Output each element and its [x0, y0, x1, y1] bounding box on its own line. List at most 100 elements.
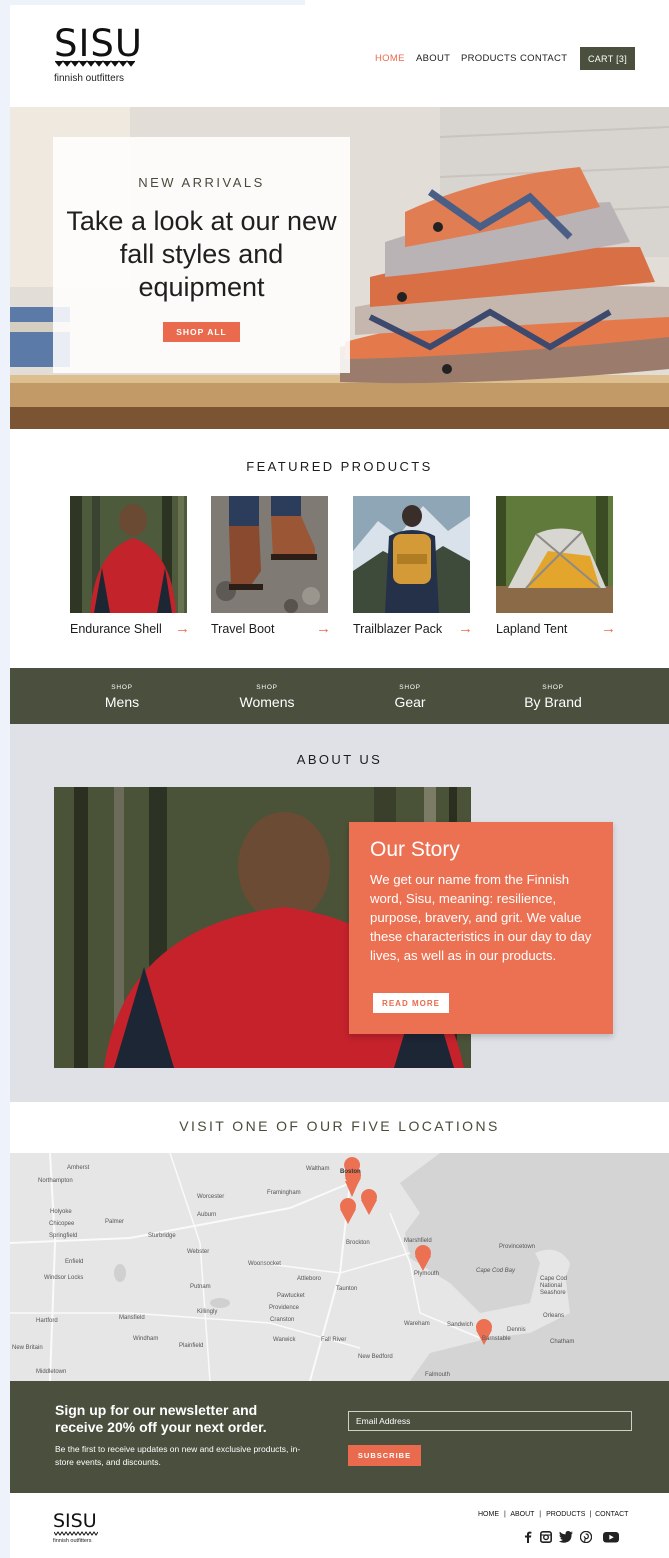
- footer-link-contact[interactable]: CONTACT: [595, 1511, 628, 1518]
- product-card[interactable]: Travel Boot →: [211, 496, 331, 637]
- locations-map[interactable]: Amherst Northampton Holyoke Chicopee Spr…: [10, 1153, 669, 1381]
- shop-category-label[interactable]: By Brand: [493, 694, 613, 710]
- footer-link-about[interactable]: ABOUT: [510, 1511, 534, 1518]
- nav-home[interactable]: HOME: [375, 53, 405, 64]
- arrow-right-icon[interactable]: →: [175, 620, 190, 637]
- our-story-card: Our Story We get our name from the Finni…: [349, 822, 613, 1034]
- cart-button[interactable]: CART [3]: [580, 47, 635, 70]
- nav-products[interactable]: PRODUCTS: [461, 53, 517, 64]
- map-label: Windsor Locks: [44, 1275, 84, 1281]
- map-label: Mansfield: [119, 1315, 145, 1321]
- map-label: Orleans: [543, 1313, 565, 1319]
- story-heading: Our Story: [370, 838, 460, 861]
- hero-card: NEW ARRIVALS Take a look at our new fall…: [53, 137, 350, 373]
- map-label: Wareham: [404, 1321, 430, 1327]
- footer-logo[interactable]: SISU: [53, 1510, 97, 1532]
- map-label: Auburn: [197, 1212, 217, 1218]
- product-card[interactable]: Trailblazer Pack →: [353, 496, 473, 637]
- map-label: Putnam: [190, 1284, 211, 1290]
- map-graphic: [10, 1153, 669, 1381]
- logo-tagline: finnish outfitters: [54, 73, 125, 84]
- pinterest-icon[interactable]: [579, 1530, 593, 1546]
- subscribe-button[interactable]: SUBSCRIBE: [348, 1445, 421, 1466]
- product-name[interactable]: Trailblazer Pack: [353, 622, 442, 636]
- map-label: Provincetown: [499, 1244, 536, 1250]
- shop-prefix: SHOP: [542, 684, 564, 691]
- map-label: Barnstable: [482, 1336, 511, 1342]
- map-label: Hartford: [36, 1318, 58, 1324]
- email-field[interactable]: Email Address: [348, 1411, 632, 1431]
- newsletter-section: Sign up for our newsletter and receive 2…: [10, 1381, 669, 1493]
- product-name[interactable]: Travel Boot: [211, 622, 274, 636]
- footer-link-home[interactable]: HOME: [478, 1511, 499, 1518]
- shop-category-label[interactable]: Mens: [62, 694, 182, 710]
- map-label: Chicopee: [49, 1221, 75, 1227]
- footer-separator: |: [539, 1511, 542, 1518]
- shop-category-label[interactable]: Womens: [207, 694, 327, 710]
- map-label: Falmouth: [425, 1372, 451, 1378]
- map-label: Waltham: [306, 1166, 330, 1172]
- product-name[interactable]: Lapland Tent: [496, 622, 567, 636]
- footer-separator: |: [503, 1511, 506, 1518]
- map-label: Boston: [340, 1169, 361, 1175]
- product-image[interactable]: [70, 496, 187, 613]
- footer-nav: HOME | ABOUT | PRODUCTS | CONTACT: [478, 1511, 628, 1518]
- arrow-right-icon[interactable]: →: [458, 620, 473, 637]
- footer-separator: |: [589, 1511, 592, 1518]
- map-label: Plymouth: [414, 1271, 440, 1277]
- hero-eyebrow: NEW ARRIVALS: [138, 175, 265, 190]
- map-label: Framingham: [267, 1190, 301, 1196]
- shop-category-label[interactable]: Gear: [350, 694, 470, 710]
- nav-contact[interactable]: CONTACT: [520, 53, 567, 64]
- instagram-icon[interactable]: [540, 1531, 552, 1546]
- twitter-icon[interactable]: [558, 1531, 573, 1546]
- product-image[interactable]: [353, 496, 470, 613]
- map-label: Northampton: [38, 1178, 73, 1184]
- shop-prefix: SHOP: [399, 684, 421, 691]
- product-card[interactable]: Lapland Tent →: [496, 496, 616, 637]
- map-label: Chatham: [550, 1339, 575, 1345]
- product-image[interactable]: [211, 496, 328, 613]
- read-more-button[interactable]: READ MORE: [373, 993, 449, 1013]
- map-label: Enfield: [65, 1259, 84, 1265]
- shop-all-button[interactable]: SHOP ALL: [163, 322, 240, 342]
- shop-category-bar: SHOP Mens SHOP Womens SHOP Gear SHOP By …: [10, 668, 669, 724]
- nav-about[interactable]: ABOUT: [416, 53, 450, 64]
- product-card[interactable]: Endurance Shell →: [70, 496, 190, 637]
- logo[interactable]: SISU: [54, 22, 143, 65]
- arrow-right-icon[interactable]: →: [316, 620, 331, 637]
- product-name[interactable]: Endurance Shell: [70, 622, 162, 636]
- about-section: ABOUT US Our Story We get our name from …: [10, 724, 669, 1102]
- map-label: Brockton: [346, 1240, 370, 1246]
- map-label: Webster: [187, 1249, 210, 1255]
- map-label: Springfield: [49, 1233, 78, 1239]
- map-label: Cranston: [270, 1317, 295, 1323]
- youtube-icon[interactable]: [603, 1531, 619, 1546]
- map-label: New Bedford: [358, 1354, 393, 1360]
- map-label: Sturbridge: [148, 1233, 176, 1239]
- shop-prefix: SHOP: [256, 684, 278, 691]
- logo-zigzag-icon: [55, 60, 135, 67]
- map-label: Providence: [269, 1305, 300, 1311]
- footer-logo-zigzag-icon: [54, 1531, 98, 1536]
- facebook-icon[interactable]: [524, 1531, 532, 1546]
- top-strip: [0, 0, 305, 5]
- product-image[interactable]: [496, 496, 613, 613]
- arrow-right-icon[interactable]: →: [601, 620, 616, 637]
- about-title: ABOUT US: [296, 752, 383, 767]
- map-label: Killingly: [197, 1309, 218, 1315]
- map-label: Fall River: [321, 1337, 347, 1343]
- map-label: Windham: [133, 1336, 159, 1342]
- map-label: New Britain: [12, 1345, 43, 1351]
- map-label: Sandwich: [447, 1322, 474, 1328]
- story-text: We get our name from the Finnish word, S…: [370, 872, 592, 963]
- locations-title: VISIT ONE OF OUR FIVE LOCATIONS: [179, 1118, 500, 1134]
- map-label: Taunton: [336, 1286, 358, 1292]
- map-label: Holyoke: [50, 1209, 72, 1215]
- footer-link-products[interactable]: PRODUCTS: [546, 1511, 585, 1518]
- map-label: Cape Cod Bay: [476, 1268, 516, 1274]
- map-label: Dennis: [507, 1327, 526, 1333]
- map-label: Plainfield: [179, 1343, 204, 1349]
- hero-title: Take a look at our new fall styles and e…: [66, 206, 337, 302]
- newsletter-heading: Sign up for our newsletter and receive 2…: [55, 1402, 267, 1435]
